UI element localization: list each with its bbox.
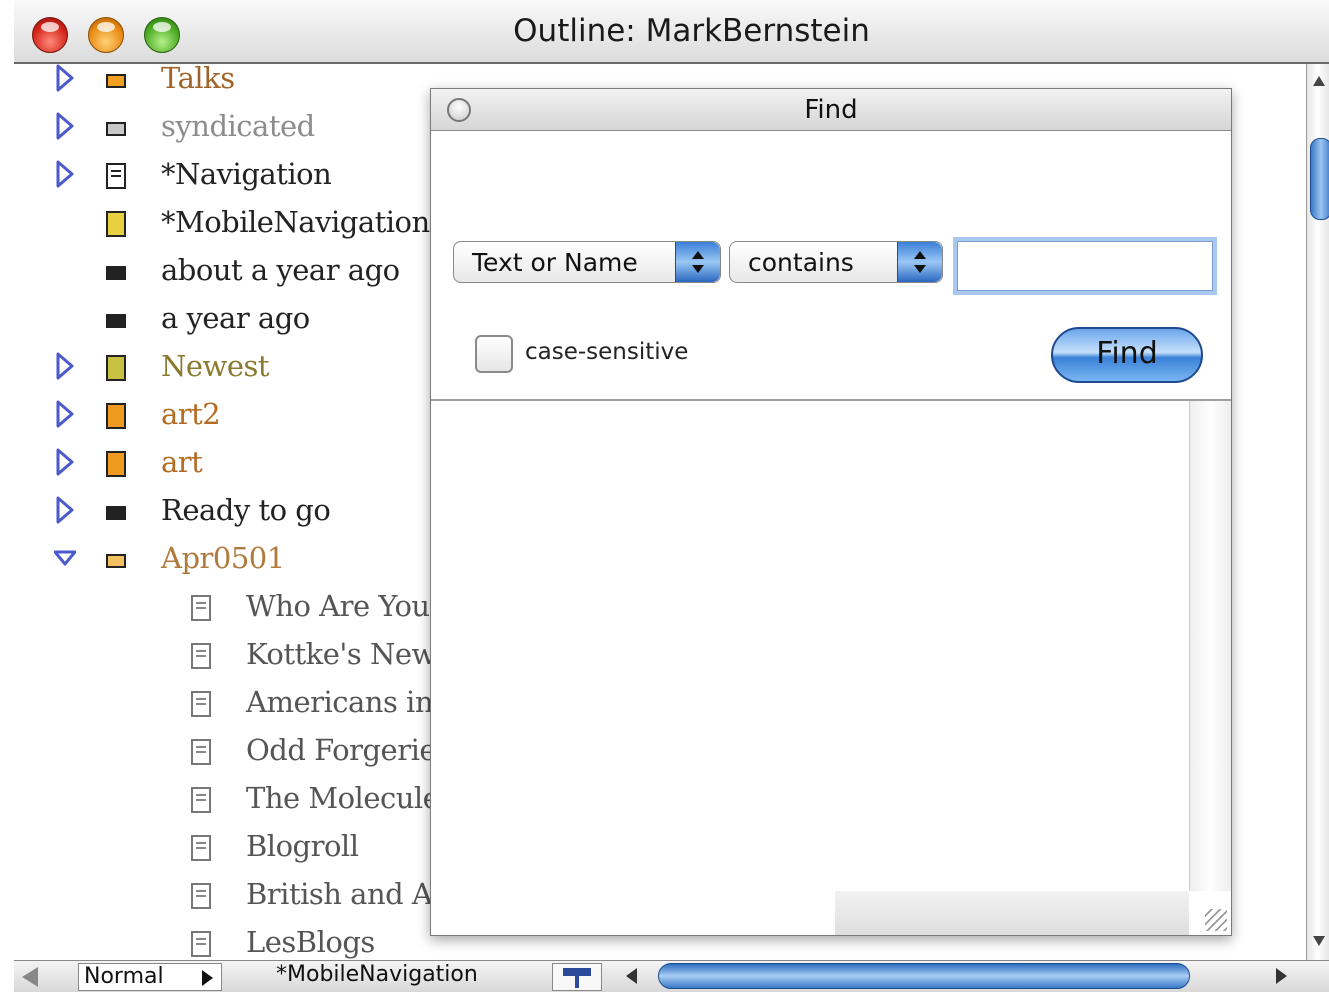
vertical-scroll-thumb[interactable] — [1310, 138, 1329, 220]
outline-item-label: a year ago — [161, 301, 310, 335]
bottom-status-bar: Normal *MobileNavigation — [14, 960, 1329, 992]
find-criteria-panel: Text or Name contains case-sensitive Fin… — [431, 131, 1231, 401]
document-icon — [106, 163, 126, 189]
outline-item-label: Kottke's New I — [246, 637, 456, 671]
outline-item-label: syndicated — [161, 109, 315, 143]
horizontal-scroll-thumb[interactable] — [658, 963, 1190, 989]
outline-item-label: Newest — [161, 349, 270, 383]
disclosure-collapsed-icon[interactable] — [54, 400, 76, 428]
window-title: Outline: MarkBernstein — [513, 13, 870, 49]
document-icon — [191, 691, 211, 717]
case-sensitive-label: case-sensitive — [525, 339, 689, 365]
field-popup[interactable]: Text or Name — [453, 241, 721, 283]
disclosure-collapsed-icon[interactable] — [54, 112, 76, 140]
outline-item-label: The Molecule — [246, 781, 440, 815]
view-mode-popup[interactable]: Normal — [78, 963, 222, 991]
outline-item-label: British and Am — [246, 877, 460, 911]
document-icon — [106, 355, 126, 381]
outline-item-label: Talks — [161, 64, 235, 95]
operator-popup[interactable]: contains — [729, 241, 943, 283]
case-sensitive-checkbox[interactable] — [475, 335, 513, 373]
scroll-left-arrow-icon[interactable] — [626, 968, 637, 984]
document-icon — [191, 835, 211, 861]
document-icon — [191, 643, 211, 669]
back-arrow-icon[interactable] — [22, 967, 38, 987]
document-icon — [106, 403, 126, 429]
outline-item-label: Apr0501 — [161, 541, 285, 575]
scroll-right-arrow-icon[interactable] — [1276, 968, 1287, 984]
outline-item-label: about a year ago — [161, 253, 400, 287]
disclosure-collapsed-icon[interactable] — [54, 64, 76, 92]
find-button[interactable]: Find — [1051, 327, 1203, 383]
note-icon — [106, 554, 126, 568]
view-mode-label: Normal — [84, 964, 164, 989]
current-note-label: *MobileNavigation — [276, 962, 478, 987]
results-horizontal-scrollbar[interactable] — [835, 891, 1189, 935]
disclosure-collapsed-icon[interactable] — [54, 160, 76, 188]
updown-arrows-icon — [675, 242, 720, 282]
scroll-down-arrow-icon[interactable] — [1313, 936, 1325, 946]
scroll-up-arrow-icon[interactable] — [1313, 76, 1325, 86]
disclosure-collapsed-icon[interactable] — [54, 496, 76, 524]
document-icon — [191, 931, 211, 957]
note-icon — [106, 266, 126, 280]
mode-arrow-icon — [202, 970, 213, 986]
document-icon — [106, 451, 126, 477]
note-icon — [106, 506, 126, 520]
search-input[interactable] — [957, 241, 1213, 291]
find-dialog-titlebar[interactable]: Find — [431, 89, 1231, 131]
find-dialog: Find Text or Name contains case-sensitiv… — [430, 88, 1232, 936]
note-icon — [106, 314, 126, 328]
document-icon — [191, 595, 211, 621]
operator-popup-label: contains — [748, 248, 854, 277]
outline-item-label: art2 — [161, 397, 221, 431]
vertical-scrollbar[interactable] — [1306, 64, 1329, 960]
outline-item-label: Ready to go — [161, 493, 331, 527]
document-icon — [191, 787, 211, 813]
disclosure-expanded-icon[interactable] — [54, 544, 76, 572]
pin-icon[interactable] — [552, 963, 602, 991]
document-icon — [191, 883, 211, 909]
outline-item-label: LesBlogs — [246, 925, 375, 959]
outline-item-label: *MobileNavigation — [161, 205, 430, 239]
results-scrollbar[interactable] — [1189, 401, 1231, 891]
outline-item-label: Odd Forgeries — [246, 733, 451, 767]
outline-item-label: Blogroll — [246, 829, 359, 863]
outline-item-label: *Navigation — [161, 157, 332, 191]
document-icon — [106, 211, 126, 237]
resize-grip-icon[interactable] — [1205, 909, 1227, 931]
document-icon — [191, 739, 211, 765]
disclosure-collapsed-icon[interactable] — [54, 448, 76, 476]
updown-arrows-icon — [897, 242, 942, 282]
window-titlebar[interactable]: Outline: MarkBernstein — [14, 0, 1329, 64]
note-icon — [106, 122, 126, 136]
field-popup-label: Text or Name — [472, 248, 638, 277]
note-icon — [106, 74, 126, 88]
find-results-list[interactable] — [431, 401, 1189, 891]
outline-item-label: Who Are You? — [246, 589, 445, 623]
disclosure-collapsed-icon[interactable] — [54, 352, 76, 380]
find-dialog-title: Find — [804, 95, 858, 125]
outline-item-label: art — [161, 445, 203, 479]
